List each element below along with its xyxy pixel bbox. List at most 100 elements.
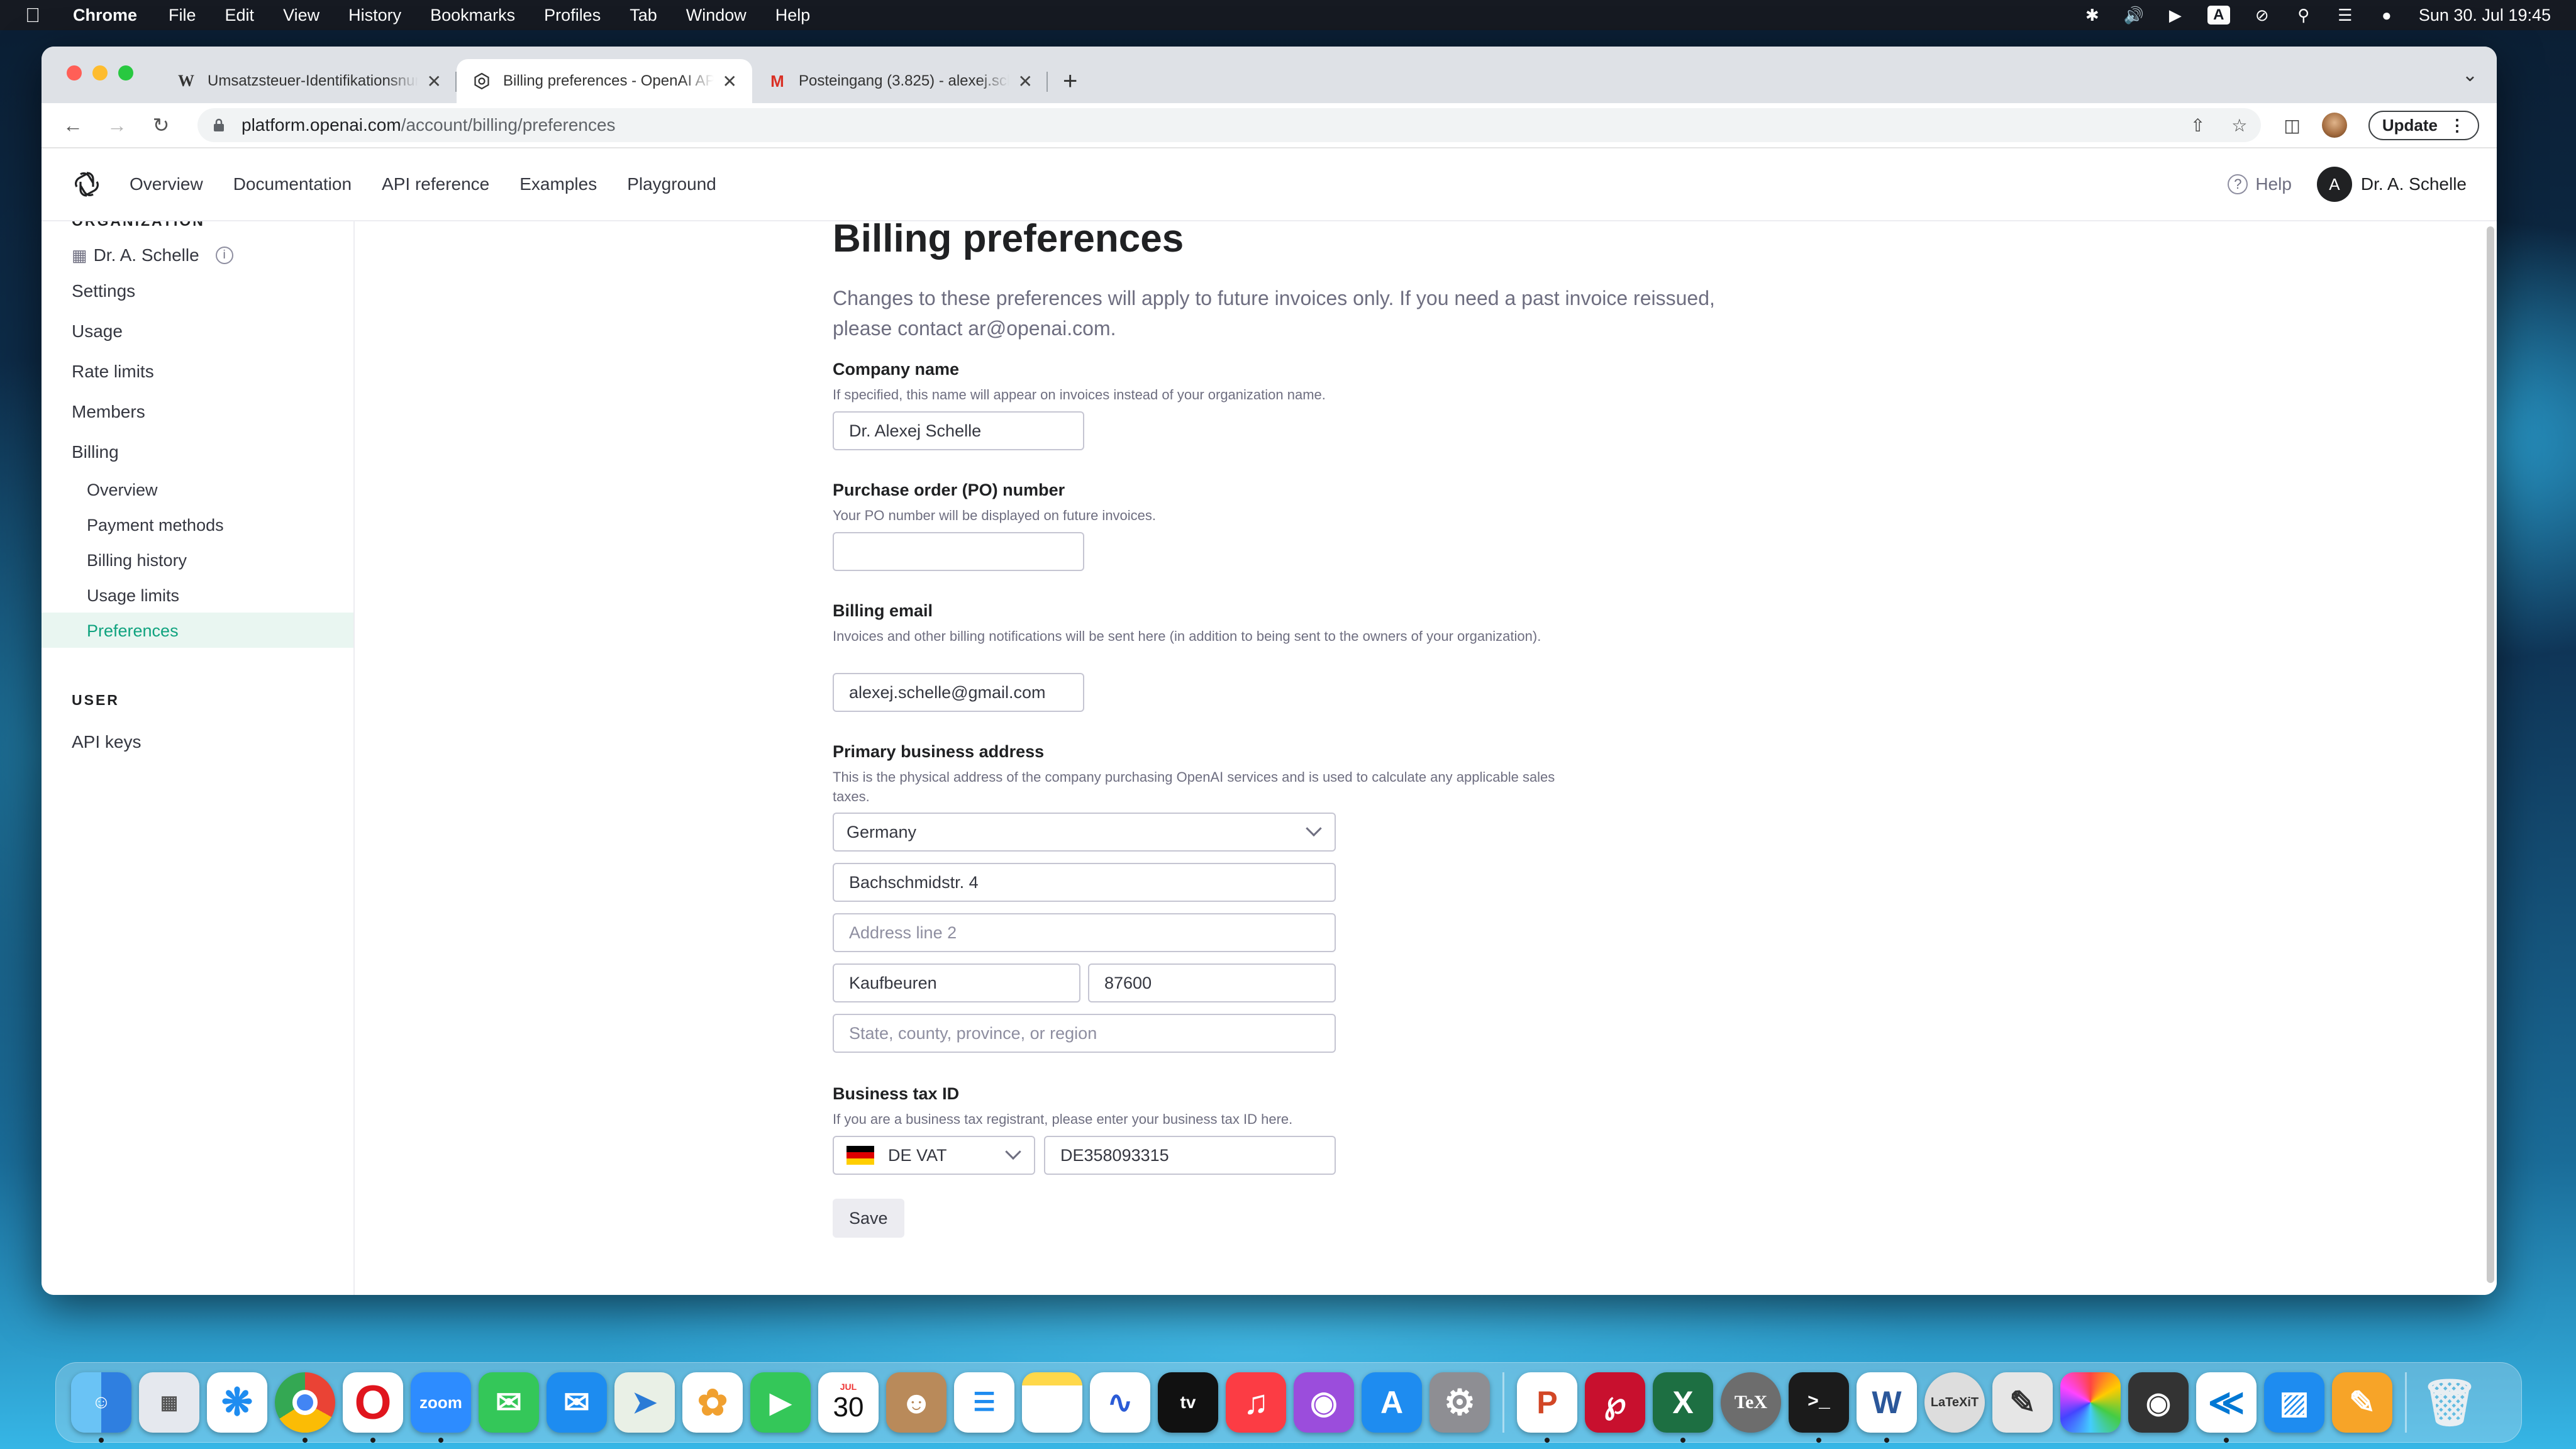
tax-id-input[interactable]: DE358093315 xyxy=(1044,1136,1336,1175)
dock-excel-icon[interactable]: X xyxy=(1653,1372,1713,1443)
org-selector[interactable]: ▦ Dr. A. Schelle i xyxy=(72,245,233,265)
dock-photos-icon[interactable]: ✿ xyxy=(682,1372,743,1433)
dock-keynote-icon[interactable]: ▨ xyxy=(2264,1372,2324,1433)
user-avatar[interactable]: A xyxy=(2316,167,2352,202)
menu-file[interactable]: File xyxy=(169,6,196,25)
dock-maps-icon[interactable]: ➤ xyxy=(614,1372,675,1433)
apple-menu-icon[interactable]:  xyxy=(25,4,40,27)
dock-acrobat-icon[interactable]: ℘ xyxy=(1585,1372,1645,1433)
menu-window[interactable]: Window xyxy=(686,6,747,25)
dock-app-store-icon[interactable]: A xyxy=(1362,1372,1422,1433)
page-scrollbar[interactable] xyxy=(2487,226,2494,1283)
dock-photo-booth-icon[interactable]: ◉ xyxy=(2128,1372,2189,1433)
dock-freeform-icon[interactable]: ∿ xyxy=(1090,1372,1150,1433)
input-source-icon[interactable]: A xyxy=(2207,6,2230,25)
address-line2-input[interactable]: Address line 2 xyxy=(833,913,1336,952)
menu-help[interactable]: Help xyxy=(775,6,811,25)
tax-type-select[interactable]: DE VAT xyxy=(833,1136,1035,1175)
profile-avatar[interactable] xyxy=(2321,113,2347,138)
po-number-input[interactable] xyxy=(833,532,1084,571)
sidebar-item-rate-limits[interactable]: Rate limits xyxy=(72,362,154,382)
nav-documentation[interactable]: Documentation xyxy=(233,174,352,194)
dock-contacts-icon[interactable]: ☻ xyxy=(886,1372,947,1433)
menu-bookmarks[interactable]: Bookmarks xyxy=(430,6,515,25)
dock-facetime-icon[interactable]: ▶ xyxy=(750,1372,811,1433)
tab-billing-preferences[interactable]: Billing preferences - OpenAI API ✕ xyxy=(457,59,752,103)
dock-music-icon[interactable]: ♫ xyxy=(1226,1372,1286,1433)
sidebar-item-billing[interactable]: Billing xyxy=(72,442,119,462)
clock[interactable]: Sun 30. Jul 19:45 xyxy=(2419,6,2551,25)
tab-umsatzsteuer[interactable]: W Umsatzsteuer-Identifikationsnummer ✕ xyxy=(161,59,457,103)
dock-opera-icon[interactable]: O xyxy=(343,1372,403,1443)
chevron-down-icon[interactable]: ⌄ xyxy=(2462,64,2478,86)
nav-api-reference[interactable]: API reference xyxy=(382,174,489,194)
back-icon[interactable]: ← xyxy=(59,114,87,137)
dock-powerpoint-icon[interactable]: P xyxy=(1517,1372,1577,1443)
close-tab-icon[interactable]: ✕ xyxy=(723,71,737,92)
sidebar-item-members[interactable]: Members xyxy=(72,402,145,422)
update-button[interactable]: Update ⋮ xyxy=(2368,110,2479,140)
dock-tex-icon[interactable]: TeX xyxy=(1721,1372,1781,1433)
side-panel-icon[interactable]: ◫ xyxy=(2284,115,2300,136)
dock-latexit-icon[interactable]: LaTeXiT xyxy=(1924,1372,1985,1433)
address-bar[interactable]: platform.openai.com/account/billing/pref… xyxy=(197,108,2262,142)
siri-icon[interactable]: ● xyxy=(2377,6,2396,25)
dock-notes-icon[interactable] xyxy=(1022,1372,1082,1433)
address-line1-input[interactable]: Bachschmidstr. 4 xyxy=(833,863,1336,902)
reload-icon[interactable]: ↻ xyxy=(147,113,175,137)
dock-mail-icon[interactable]: ✉ xyxy=(547,1372,607,1433)
dock-launchpad-icon[interactable]: ▦ xyxy=(139,1372,199,1433)
dock-pages-icon[interactable]: ✎ xyxy=(2332,1372,2392,1433)
wifi-off-icon[interactable]: ⊘ xyxy=(2253,6,2272,25)
new-tab-icon[interactable]: + xyxy=(1063,59,1077,103)
dock-colorsync-icon[interactable] xyxy=(2060,1372,2121,1433)
sidebar-sub-overview[interactable]: Overview xyxy=(87,480,158,500)
sidebar-sub-payment-methods[interactable]: Payment methods xyxy=(87,516,224,535)
sidebar-sub-billing-history[interactable]: Billing history xyxy=(87,551,187,570)
menu-history[interactable]: History xyxy=(348,6,401,25)
dock-podcasts-icon[interactable]: ◉ xyxy=(1294,1372,1354,1433)
city-input[interactable]: Kaufbeuren xyxy=(833,963,1080,1002)
menu-edit[interactable]: Edit xyxy=(225,6,255,25)
dock-trash-icon[interactable]: 🗑 xyxy=(2419,1372,2480,1433)
volume-icon[interactable]: 🔊 xyxy=(2124,6,2144,25)
dock-finder-icon[interactable]: ☺ xyxy=(71,1372,131,1443)
close-window-button[interactable] xyxy=(67,65,82,80)
tab-gmail[interactable]: M Posteingang (3.825) - alexej.schelle ✕ xyxy=(752,59,1048,103)
company-name-input[interactable]: Dr. Alexej Schelle xyxy=(833,411,1084,450)
menu-app-name[interactable]: Chrome xyxy=(73,6,137,25)
dock-zoom-icon[interactable]: zoom xyxy=(411,1372,471,1443)
dock-reminders-icon[interactable]: ☰ xyxy=(954,1372,1014,1433)
dock-messages-icon[interactable]: ✉ xyxy=(479,1372,539,1433)
sidebar-item-settings[interactable]: Settings xyxy=(72,281,135,301)
state-input[interactable]: State, county, province, or region xyxy=(833,1014,1336,1053)
dock-script-editor-icon[interactable]: ✎ xyxy=(1992,1372,2053,1433)
country-select[interactable]: Germany xyxy=(833,813,1336,852)
forward-icon[interactable]: → xyxy=(103,114,131,137)
user-name[interactable]: Dr. A. Schelle xyxy=(2361,174,2467,194)
control-center-icon[interactable]: ☰ xyxy=(2336,6,2355,25)
play-icon[interactable]: ▶ xyxy=(2166,6,2185,25)
openai-logo-icon[interactable] xyxy=(72,169,102,199)
sidebar-sub-preferences[interactable]: Preferences xyxy=(87,621,179,641)
menu-tab[interactable]: Tab xyxy=(630,6,657,25)
postal-code-input[interactable]: 87600 xyxy=(1088,963,1336,1002)
menu-view[interactable]: View xyxy=(283,6,319,25)
nav-overview[interactable]: Overview xyxy=(130,174,203,194)
menu-profiles[interactable]: Profiles xyxy=(544,6,601,25)
dock-calendar-icon[interactable]: JUL 30 xyxy=(818,1372,879,1433)
nav-examples[interactable]: Examples xyxy=(519,174,597,194)
help-link[interactable]: ? Help xyxy=(2228,174,2292,194)
save-button[interactable]: Save xyxy=(833,1199,904,1238)
bookmark-star-icon[interactable]: ☆ xyxy=(2231,115,2247,136)
dock-word-icon[interactable]: W xyxy=(1857,1372,1917,1443)
dock-vscode-icon[interactable]: ≪ xyxy=(2196,1372,2257,1443)
dock-safari-icon[interactable]: ❋ xyxy=(207,1372,267,1433)
dock-terminal-icon[interactable]: >_ xyxy=(1789,1372,1849,1443)
billing-email-input[interactable]: alexej.schelle@gmail.com xyxy=(833,673,1084,712)
maximize-window-button[interactable] xyxy=(118,65,133,80)
spotlight-search-icon[interactable]: ⚲ xyxy=(2294,6,2313,25)
close-tab-icon[interactable]: ✕ xyxy=(427,71,441,92)
dock-chrome-icon[interactable] xyxy=(275,1372,335,1443)
minimize-window-button[interactable] xyxy=(92,65,108,80)
